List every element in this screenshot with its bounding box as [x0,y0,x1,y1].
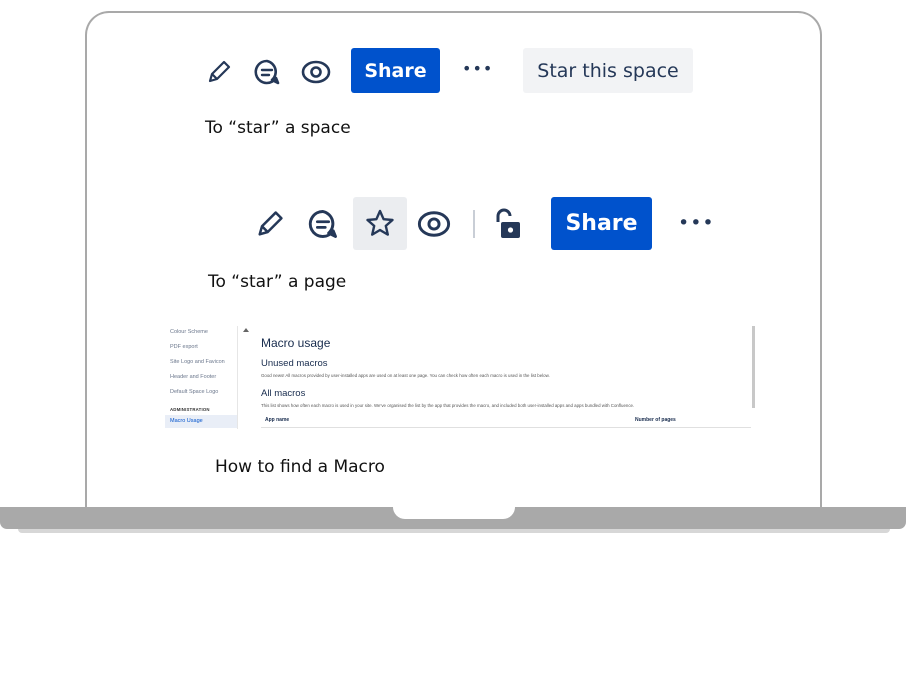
macro-main-panel: Macro usage Unused macros Good news! All… [261,326,757,429]
sidebar-item-site-logo[interactable]: Site Logo and Favicon [170,359,225,365]
column-number-of-pages[interactable]: Number of pages [635,417,676,423]
comment-icon[interactable] [252,57,282,87]
sidebar-item-header-footer[interactable]: Header and Footer [170,374,216,380]
sidebar-item-pdf-export[interactable]: PDF export [170,344,198,350]
sidebar-item-macro-usage[interactable]: Macro Usage [170,418,203,424]
caption-star-page: To “star” a page [208,272,347,292]
all-macros-heading: All macros [261,388,306,399]
more-options-icon[interactable]: ••• [678,212,715,234]
page-title: Macro usage [261,336,331,350]
unused-macros-heading: Unused macros [261,358,328,369]
admin-sidebar: Colour Scheme PDF export Site Logo and F… [165,326,238,429]
star-icon[interactable] [364,208,396,240]
pencil-icon[interactable] [205,58,233,86]
laptop-base-shadow [18,529,890,533]
caption-find-macro: How to find a Macro [215,457,385,477]
macro-usage-screenshot: Colour Scheme PDF export Site Logo and F… [165,326,757,429]
toolbar-divider [473,210,475,238]
all-macros-text: This list shows how often each macro is … [261,403,635,408]
table-header-rule [261,427,751,428]
unused-macros-text: Good news! All macros provided by user-i… [261,373,550,378]
column-app-name[interactable]: App name [265,417,289,423]
sidebar-section-heading: ADMINISTRATION [170,407,210,412]
unlock-icon[interactable] [492,206,524,242]
laptop-notch [393,505,515,519]
share-button[interactable]: Share [551,197,652,250]
eye-icon[interactable] [416,208,452,240]
more-options-icon[interactable]: ••• [462,59,493,78]
sidebar-scroll-arrow-icon[interactable] [243,328,249,332]
star-this-space-button[interactable]: Star this space [523,48,693,93]
share-button[interactable]: Share [351,48,440,93]
laptop-screen [85,11,822,521]
pencil-icon[interactable] [254,208,286,240]
eye-icon[interactable] [300,58,332,86]
comment-icon[interactable] [306,207,340,241]
sidebar-item-default-space-logo[interactable]: Default Space Logo [170,389,218,395]
caption-star-space: To “star” a space [205,118,351,138]
main-scrollbar[interactable] [752,326,755,408]
sidebar-item-colour-scheme[interactable]: Colour Scheme [170,329,208,335]
